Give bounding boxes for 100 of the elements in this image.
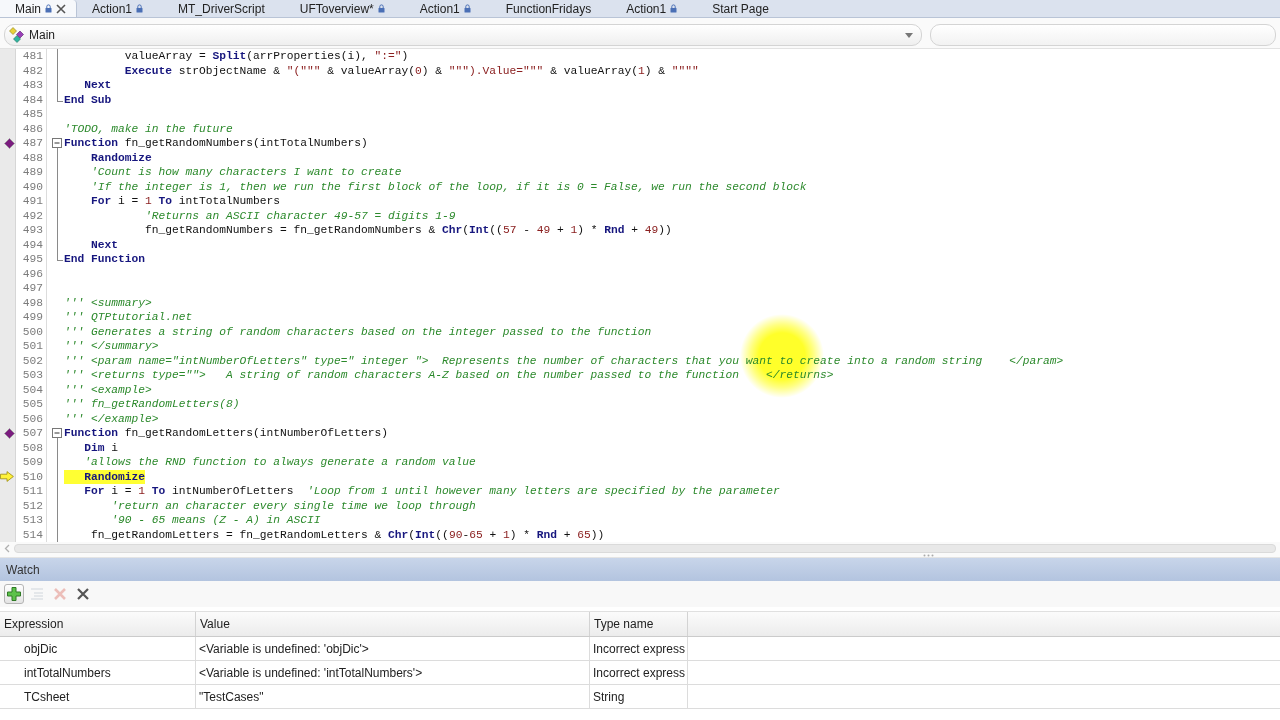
line-number: 497: [22, 282, 43, 294]
lock-icon: [670, 4, 678, 13]
arrow-icon: [0, 471, 14, 483]
cross-icon: [52, 586, 68, 602]
panel-title: Watch: [6, 562, 40, 577]
code-line: '90 - 65 means (Z - A) in ASCII: [111, 513, 321, 528]
line-number: 503: [22, 369, 43, 381]
line-number: 485: [22, 108, 43, 120]
code-line: 'Returns an ASCII character 49-57 = digits 1-9: [145, 208, 456, 223]
code-line: 'If the integer is 1, then we run the first block of the loop, if it is 0 = False, we run the second block: [91, 179, 807, 194]
line-number: 504: [22, 383, 43, 396]
scrollbar-thumb[interactable]: [14, 544, 1276, 553]
line-number: 502: [22, 354, 43, 367]
line-number: 488: [22, 151, 43, 164]
minus-box-icon[interactable]: [52, 138, 62, 149]
code-line: End Sub: [64, 92, 112, 107]
line-number: 487: [22, 137, 43, 149]
column-header[interactable]: Value: [196, 612, 590, 636]
code-line: Function fn_getRandomLetters(intNumberOfLetters): [64, 426, 389, 441]
line-number: 489: [22, 166, 43, 178]
document-tab[interactable]: MT_DriverScript: [163, 0, 285, 17]
line-number: 491: [22, 195, 43, 207]
code-line: 'Count is how many characters I want to create: [91, 165, 402, 180]
line-number: 481: [22, 50, 43, 62]
line-number: 486: [22, 122, 43, 135]
code-line: 'allows the RND function to always generate a random value: [84, 455, 476, 470]
code-line: 'return an character every single time we loop through: [111, 498, 476, 513]
code-line: ''' </example>: [64, 411, 159, 426]
lock-icon: [463, 4, 471, 13]
diamond-icon: [4, 427, 15, 439]
caret-icon: [905, 32, 913, 38]
lock-icon: [45, 4, 52, 13]
line-number: 484: [22, 93, 43, 106]
code-line: fn_getRandomLetters = fn_getRandomLetters & Chr(Int((90-65 + 1) * Rnd + 65)): [91, 527, 605, 542]
grip-icon[interactable]: [923, 554, 934, 557]
table-cell: <Variable is undefined: 'objDic'>: [196, 637, 590, 660]
code-line: Dim i: [84, 440, 119, 455]
add-button[interactable]: [4, 584, 24, 604]
scope-dropdown[interactable]: Main: [4, 24, 922, 46]
line-number: 508: [22, 441, 43, 454]
code-line: ''' <example>: [64, 382, 152, 397]
line-number: 512: [22, 499, 43, 512]
code-line: fn_getRandomNumbers = fn_getRandomNumbers & Chr(Int((57 - 49 + 1) * Rnd + 49)): [145, 223, 672, 238]
line-number: 482: [22, 64, 43, 77]
column-header[interactable]: Type name: [590, 612, 688, 636]
line-number: 511: [22, 485, 43, 497]
close-icon[interactable]: [56, 3, 66, 14]
document-tab[interactable]: Action1: [404, 0, 491, 17]
document-tab[interactable]: UFToverview*: [284, 0, 405, 17]
chevron-left-icon[interactable]: [4, 544, 10, 553]
code-line: ''' Generates a string of random characters based on the integer passed to the function: [64, 324, 652, 339]
line-number: 493: [22, 224, 43, 236]
line-number: 500: [22, 325, 43, 338]
line-number: 494: [22, 238, 43, 251]
document-tab[interactable]: Action1: [611, 0, 698, 17]
document-tab[interactable]: Action1: [77, 0, 164, 17]
diamond-icon: [4, 137, 15, 149]
code-line: For i = 1 To intTotalNumbers: [91, 194, 281, 209]
line-number: 514: [22, 528, 43, 541]
code-line: Function fn_getRandomNumbers(intTotalNumbers): [64, 136, 368, 151]
table-cell: <Variable is undefined: 'intTotalNumbers'>: [196, 661, 590, 684]
plus-icon: [6, 586, 22, 602]
code-line: 'TODO, make in the future: [64, 121, 233, 136]
document-tab[interactable]: Start Page: [697, 0, 789, 17]
line-number: 510: [22, 470, 43, 483]
code-line: ''' fn_getRandomLetters(8): [64, 397, 240, 412]
lock-icon: [377, 4, 385, 13]
table-cell: Incorrect express: [590, 661, 688, 684]
document-tab[interactable]: Main: [0, 0, 77, 17]
line-number: 499: [22, 311, 43, 323]
code-line: ''' </summary>: [64, 339, 159, 354]
line-number: 501: [22, 340, 43, 352]
line-number: 498: [22, 296, 43, 309]
code-line: Execute strObjectName & "(""" & valueArray(0) & """).Value=""" & valueArray(1) & """": [124, 63, 699, 78]
code-line: Randomize: [91, 150, 152, 165]
code-line: Next: [84, 78, 112, 93]
lock-icon: [136, 4, 144, 13]
code-line: Next: [91, 237, 118, 252]
code-line: ''' QTPtutorial.net: [64, 310, 193, 325]
cross-icon: [75, 586, 91, 602]
line-number: 490: [22, 180, 43, 193]
code-line: End Function: [64, 252, 145, 267]
line-number: 507: [22, 427, 43, 439]
shapes-icon: [9, 27, 25, 43]
line-number: 496: [22, 267, 43, 280]
table-cell: "TestCases": [196, 685, 590, 708]
line-number: 483: [22, 79, 43, 91]
minus-box-icon[interactable]: [52, 428, 62, 439]
table-cell: TCsheet: [0, 685, 196, 708]
member-dropdown[interactable]: [930, 24, 1276, 46]
document-tab[interactable]: FunctionFridays: [490, 0, 612, 17]
line-number: 509: [22, 456, 43, 468]
code-line: valueArray = Split(arrProperties(i), ":="): [124, 49, 409, 64]
line-number: 506: [22, 412, 43, 425]
table-cell: intTotalNumbers: [0, 661, 196, 684]
column-header[interactable]: Expression: [0, 612, 196, 636]
line-number: 495: [22, 253, 43, 265]
line-number: 513: [22, 514, 43, 526]
line-number: 492: [22, 209, 43, 222]
code-line: ''' <summary>: [64, 295, 152, 310]
